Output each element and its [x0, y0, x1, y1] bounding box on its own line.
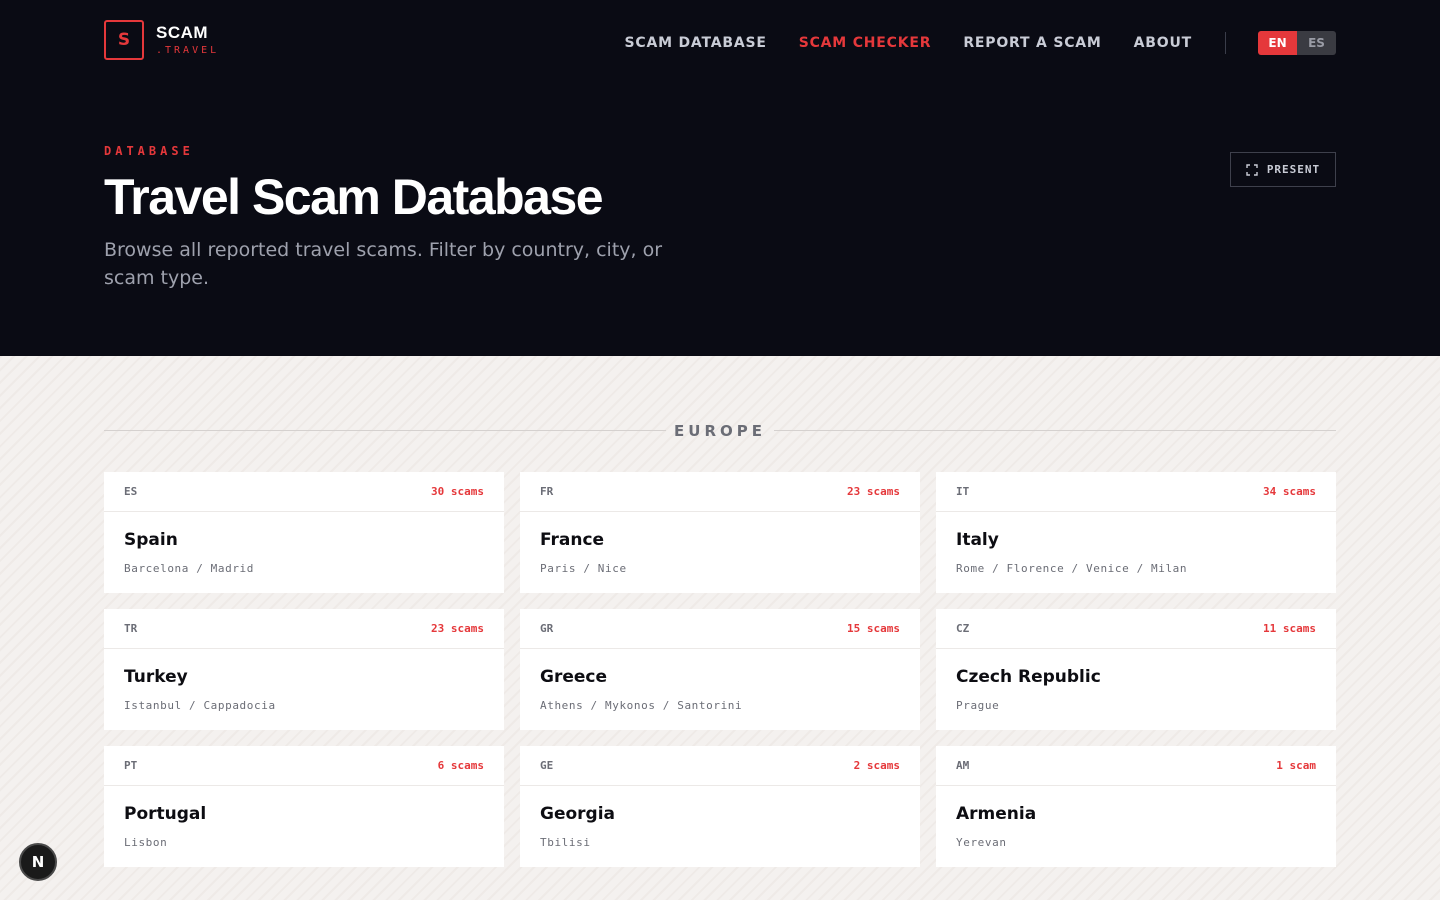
country-code: CZ [956, 622, 970, 635]
country-name: Portugal [124, 804, 207, 824]
country-card-czech-republic[interactable]: CZ 11 scams Czech Republic Prague [936, 609, 1336, 730]
section-eyebrow: DATABASE [104, 144, 194, 158]
region-label: EUROPE [674, 422, 766, 440]
nav-scam-database[interactable]: SCAM DATABASE [625, 35, 767, 51]
logo-mark: S [104, 20, 144, 60]
country-cities: Yerevan [956, 836, 1007, 849]
site-logo[interactable]: S SCAM .TRAVEL [104, 20, 219, 60]
fullscreen-icon [1246, 163, 1258, 176]
lang-es-button[interactable]: ES [1297, 31, 1336, 55]
country-code: IT [956, 485, 970, 498]
country-card-turkey[interactable]: TR 23 scams Turkey Istanbul / Cappadocia [104, 609, 504, 730]
page-header: S SCAM .TRAVEL SCAM DATABASE SCAM CHECKE… [0, 0, 1440, 356]
scam-count: 23 scams [431, 622, 484, 635]
country-card-spain[interactable]: ES 30 scams Spain Barcelona / Madrid [104, 472, 504, 593]
country-cities: Athens / Mykonos / Santorini [540, 699, 743, 712]
scam-count: 34 scams [1263, 485, 1316, 498]
language-switcher: EN ES [1258, 31, 1336, 55]
country-code: ES [124, 485, 138, 498]
country-code: GE [540, 759, 554, 772]
nav-about[interactable]: ABOUT [1134, 35, 1192, 51]
country-name: France [540, 530, 605, 550]
country-cities: Tbilisi [540, 836, 591, 849]
country-name: Armenia [956, 804, 1037, 824]
scam-count: 1 scam [1276, 759, 1316, 772]
scam-count: 23 scams [847, 485, 900, 498]
country-card-italy[interactable]: IT 34 scams Italy Rome / Florence / Venice… [936, 472, 1336, 593]
country-card-france[interactable]: FR 23 scams France Paris / Nice [520, 472, 920, 593]
country-code: PT [124, 759, 138, 772]
scam-count: 6 scams [437, 759, 484, 772]
country-code: FR [540, 485, 554, 498]
country-name: Turkey [124, 667, 188, 687]
country-grid: ES 30 scams Spain Barcelona / Madrid FR 23 … [104, 472, 1336, 867]
logo-name: SCAM [156, 23, 209, 42]
country-code: TR [124, 622, 138, 635]
country-name: Georgia [540, 804, 616, 824]
present-button[interactable]: PRESENT [1230, 152, 1336, 187]
country-cities: Istanbul / Cappadocia [124, 699, 276, 712]
country-name: Czech Republic [956, 667, 1101, 687]
country-cities: Barcelona / Madrid [124, 562, 255, 575]
country-card-georgia[interactable]: GE 2 scams Georgia Tbilisi [520, 746, 920, 867]
database-content: EUROPE ES 30 scams Spain Barcelona / Madri… [0, 356, 1440, 900]
scam-count: 30 scams [431, 485, 484, 498]
nav-report-scam[interactable]: REPORT A SCAM [963, 35, 1101, 51]
country-card-armenia[interactable]: AM 1 scam Armenia Yerevan [936, 746, 1336, 867]
country-name: Spain [124, 530, 178, 550]
region-divider: EUROPE [104, 420, 1336, 440]
country-code: GR [540, 622, 554, 635]
page-subtitle: Browse all reported travel scams. Filter… [104, 239, 663, 289]
main-nav: SCAM DATABASE SCAM CHECKER REPORT A SCAM… [593, 31, 1336, 55]
scam-count: 2 scams [853, 759, 900, 772]
present-label: PRESENT [1266, 163, 1321, 176]
lang-en-button[interactable]: EN [1258, 31, 1297, 55]
page-title: Travel Scam Database [104, 169, 604, 225]
country-cities: Prague [956, 699, 1000, 712]
country-card-portugal[interactable]: PT 6 scams Portugal Lisbon [104, 746, 504, 867]
nav-divider [1225, 32, 1226, 54]
country-code: AM [956, 759, 970, 772]
scam-count: 15 scams [847, 622, 900, 635]
country-cities: Lisbon [124, 836, 168, 849]
country-cities: Paris / Nice [540, 562, 627, 575]
country-cities: Rome / Florence / Venice / Milan [956, 562, 1188, 575]
dev-tools-button[interactable]: N [19, 843, 57, 881]
nav-scam-checker[interactable]: SCAM CHECKER [799, 35, 932, 51]
country-name: Italy [956, 530, 999, 550]
country-name: Greece [540, 667, 608, 687]
logo-suffix: .TRAVEL [156, 45, 220, 56]
scam-count: 11 scams [1263, 622, 1316, 635]
country-card-greece[interactable]: GR 15 scams Greece Athens / Mykonos / Sant… [520, 609, 920, 730]
